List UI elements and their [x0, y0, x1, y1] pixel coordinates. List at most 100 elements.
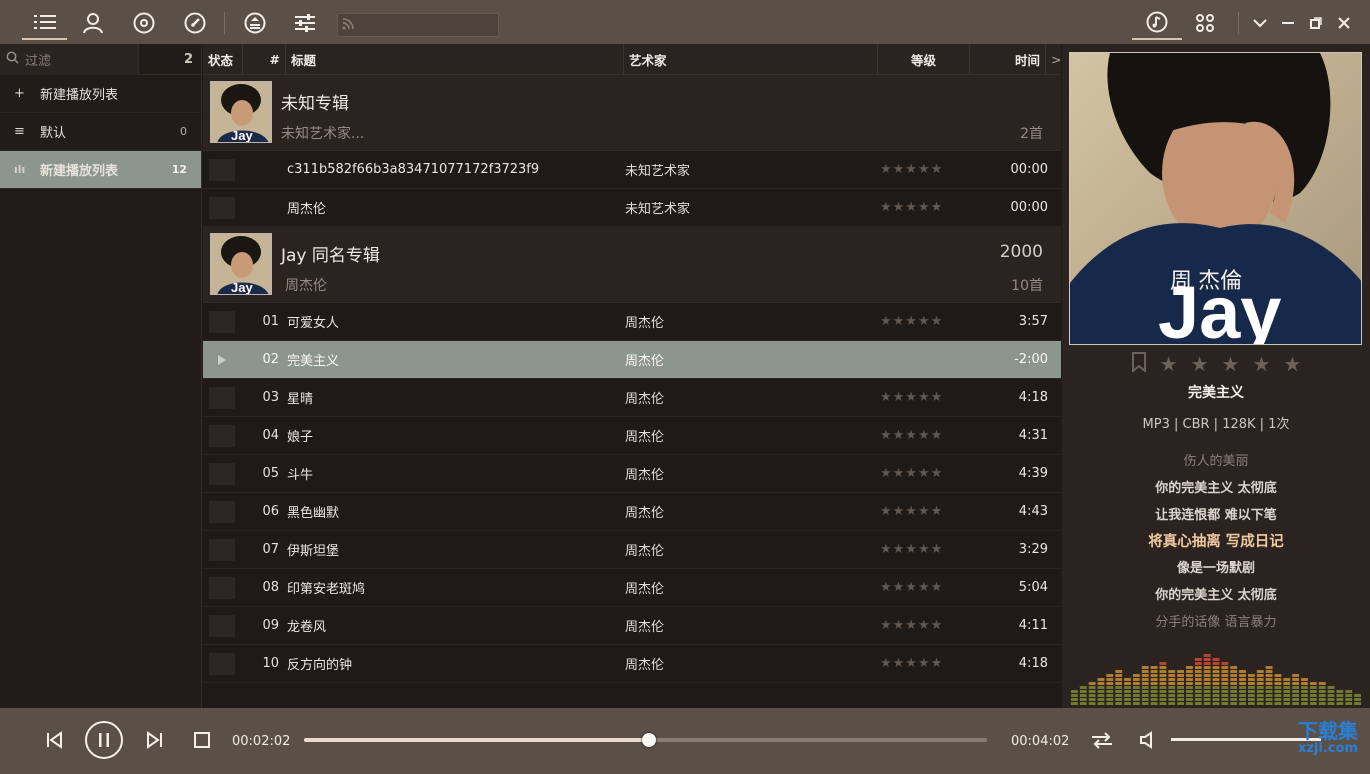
track-row[interactable]: 06 黑色幽默 周杰伦 ★★★★★ 4:43: [203, 493, 1061, 531]
visualizer-bar-segment: [1106, 678, 1114, 681]
track-row[interactable]: 10 反方向的钟 周杰伦 ★★★★★ 4:18: [203, 645, 1061, 683]
playlist-icon[interactable]: [22, 6, 67, 40]
lyric-line-current: 将真心抽离 写成日记: [1148, 534, 1284, 551]
equalizer-icon[interactable]: [235, 6, 275, 40]
visualizer-bar-segment: [1132, 678, 1140, 681]
column-title[interactable]: 标题: [286, 44, 624, 75]
track-row[interactable]: 03 星晴 周杰伦 ★★★★★ 4:18: [203, 379, 1061, 417]
volume-icon[interactable]: [1134, 726, 1162, 754]
star-icon[interactable]: ★: [1191, 352, 1209, 376]
visualizer-bar-segment: [1186, 674, 1193, 677]
visualizer-bar-segment: [1212, 694, 1220, 697]
track-rating-stars[interactable]: ★★★★★: [880, 314, 980, 329]
repeat-icon[interactable]: [1088, 726, 1116, 754]
track-row[interactable]: 08 印第安老斑鸠 周杰伦 ★★★★★ 5:04: [203, 569, 1061, 607]
star-icon[interactable]: ★: [1252, 352, 1270, 376]
visualizer-bar-segment: [1186, 666, 1193, 669]
track-duration: 00:00: [1010, 162, 1048, 177]
track-rating-stars[interactable]: ★★★★★: [880, 656, 980, 671]
track-artist: 周杰伦: [625, 582, 665, 597]
track-row[interactable]: 05 斗牛 周杰伦 ★★★★★ 4:39: [203, 455, 1061, 493]
visualizer-bar-segment: [1292, 690, 1300, 693]
track-rating-stars[interactable]: ★★★★★: [880, 618, 980, 633]
visualizer-bar-segment: [1071, 694, 1078, 697]
visualizer-bar-segment: [1132, 690, 1140, 693]
genre-icon[interactable]: [175, 6, 215, 40]
track-row-playing[interactable]: 02 完美主义 周杰伦 -2:00: [203, 341, 1061, 379]
visualizer-bar-segment: [1230, 682, 1238, 685]
bookmark-icon[interactable]: [1131, 351, 1147, 377]
close-icon[interactable]: [1327, 6, 1361, 40]
track-rating-stars[interactable]: ★★★★★: [880, 504, 980, 519]
album-icon[interactable]: [124, 6, 164, 40]
column-status[interactable]: 状态: [203, 44, 243, 75]
track-status: [209, 652, 235, 675]
visualizer-bar-segment: [1221, 670, 1229, 673]
column-artist[interactable]: 艺术家: [624, 44, 878, 75]
visualizer-bar-segment: [1177, 690, 1185, 693]
visualizer-bar-segment: [1221, 686, 1229, 689]
visualizer-bar-segment: [1088, 686, 1096, 689]
sidebar-item-new-playlist-selected[interactable]: ılı 新建播放列表 12: [0, 151, 201, 189]
track-row[interactable]: 周杰伦 未知艺术家 ★★★★★ 00:00: [203, 189, 1061, 227]
star-icon[interactable]: ★: [1222, 352, 1240, 376]
track-row[interactable]: 01 可爱女人 周杰伦 ★★★★★ 3:57: [203, 303, 1061, 341]
column-number[interactable]: #: [243, 44, 286, 75]
seek-bar-handle[interactable]: [641, 733, 656, 747]
track-rating-stars[interactable]: ★★★★★: [880, 580, 980, 595]
star-icon[interactable]: ★: [1283, 352, 1301, 376]
column-rating[interactable]: 等级: [878, 44, 970, 75]
music-note-icon[interactable]: [1132, 6, 1182, 40]
pause-button[interactable]: [85, 721, 123, 759]
previous-button[interactable]: [40, 726, 68, 754]
track-duration: 4:31: [1018, 428, 1048, 443]
track-row[interactable]: 09 龙卷风 周杰伦 ★★★★★ 4:11: [203, 607, 1061, 645]
next-button[interactable]: [141, 726, 169, 754]
visualizer-bar-segment: [1283, 682, 1291, 685]
track-rating-stars[interactable]: ★★★★★: [880, 542, 980, 557]
stop-button[interactable]: [188, 726, 216, 754]
column-more-button[interactable]: >: [1046, 44, 1061, 75]
visualizer-bar-segment: [1159, 662, 1167, 665]
visualizer-bar-segment: [1221, 682, 1229, 685]
visualizer-bar-segment: [1194, 670, 1202, 673]
visualizer-bar-segment: [1318, 702, 1326, 705]
track-rating-stars[interactable]: ★★★★★: [880, 428, 980, 443]
filter-input[interactable]: 过滤: [0, 43, 139, 75]
visualizer-bar-segment: [1168, 678, 1176, 681]
grid-icon[interactable]: [1185, 6, 1225, 40]
visualizer-bar-segment: [1274, 694, 1282, 697]
track-row[interactable]: c311b582f66b3a83471077172f3723f9 未知艺术家 ★…: [203, 151, 1061, 189]
track-artist: 周杰伦: [625, 468, 665, 483]
column-time[interactable]: 时间: [970, 44, 1046, 75]
track-status: [209, 310, 235, 333]
visualizer-bar-segment: [1212, 662, 1220, 665]
star-icon[interactable]: ★: [1160, 352, 1178, 376]
visualizer-bar-segment: [1079, 698, 1087, 701]
toolbar-search-input[interactable]: [337, 13, 499, 37]
track-title: 完美主义: [287, 354, 340, 369]
track-row[interactable]: 07 伊斯坦堡 周杰伦 ★★★★★ 3:29: [203, 531, 1061, 569]
album-header[interactable]: Jay Jay 同名专辑 周杰伦 2000 10首: [203, 227, 1061, 303]
visualizer-bar-segment: [1212, 674, 1220, 677]
track-artist: 周杰伦: [625, 620, 665, 635]
track-row[interactable]: 04 娘子 周杰伦 ★★★★★ 4:31: [203, 417, 1061, 455]
visualizer-bar-segment: [1186, 670, 1193, 673]
track-rating-stars[interactable]: ★★★★★: [880, 390, 980, 405]
visualizer-bar-segment: [1159, 682, 1167, 685]
album-header[interactable]: Jay 未知专辑 未知艺术家... 2首: [203, 75, 1061, 151]
track-artist: 周杰伦: [625, 506, 665, 521]
visualizer-bar-segment: [1159, 694, 1167, 697]
sidebar-item-label: 新建播放列表: [40, 88, 119, 103]
track-rating-stars[interactable]: ★★★★★: [880, 466, 980, 481]
sidebar-item-default[interactable]: ≡ 默认 0: [0, 113, 201, 151]
track-rating-stars[interactable]: ★★★★★: [880, 200, 980, 215]
artist-icon[interactable]: [73, 6, 113, 40]
sidebar-item-new-playlist[interactable]: + 新建播放列表: [0, 75, 201, 113]
visualizer-bar-segment: [1088, 690, 1096, 693]
visualizer-bar-segment: [1247, 698, 1255, 701]
settings-sliders-icon[interactable]: [285, 6, 325, 40]
seek-bar[interactable]: [304, 733, 987, 747]
visualizer-bar-segment: [1301, 694, 1308, 697]
track-rating-stars[interactable]: ★★★★★: [880, 162, 980, 177]
